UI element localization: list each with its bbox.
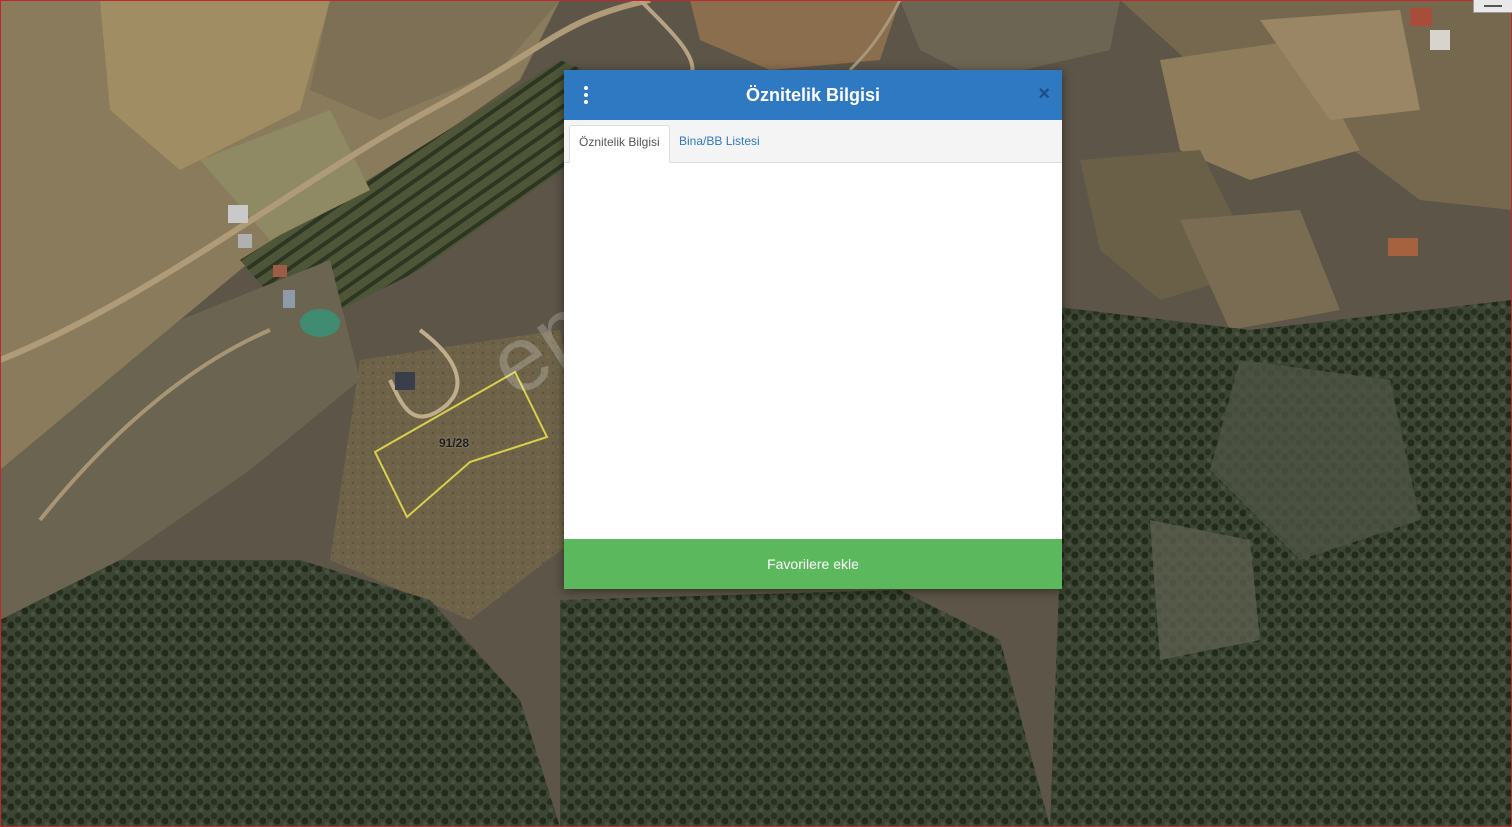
minimize-icon[interactable] xyxy=(1473,0,1512,13)
tab-building-list[interactable]: Bina/BB Listesi xyxy=(670,125,769,162)
attribute-info-panel: Öznitelik Bilgisi × Öznitelik Bilgisi Bi… xyxy=(564,70,1062,589)
panel-header: Öznitelik Bilgisi × xyxy=(564,70,1062,120)
add-to-favorites-button[interactable]: Favorilere ekle xyxy=(564,539,1062,589)
panel-title: Öznitelik Bilgisi xyxy=(745,85,881,105)
tab-attribute-info[interactable]: Öznitelik Bilgisi xyxy=(569,125,670,163)
tab-bar: Öznitelik Bilgisi Bina/BB Listesi xyxy=(564,120,1062,163)
close-button[interactable]: × xyxy=(1038,83,1050,106)
parcel-label: 91/28 xyxy=(439,436,470,450)
